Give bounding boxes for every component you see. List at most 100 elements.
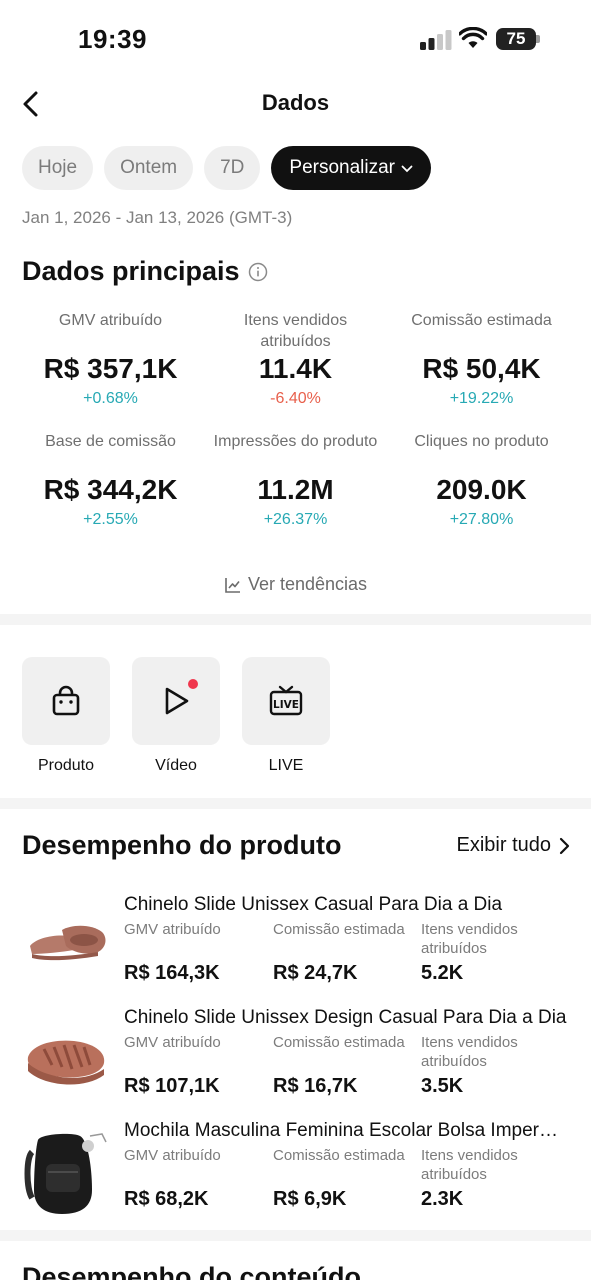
battery-percent: 75 xyxy=(506,29,526,48)
metric-card[interactable]: Itens vendidos atribuídos 11.4K -6.40% xyxy=(197,310,394,410)
chip-today[interactable]: Hoje xyxy=(22,146,94,190)
metric-card[interactable]: GMV atribuído R$ 357,1K +0.68% xyxy=(12,310,209,410)
col-value: R$ 107,1K xyxy=(124,1075,220,1097)
see-all-link[interactable]: Exibir tudo xyxy=(457,834,572,857)
view-trends-label: Ver tendências xyxy=(247,574,368,594)
metric-change: +2.55% xyxy=(83,511,138,528)
play-icon xyxy=(165,687,189,715)
metric-value: R$ 50,4K xyxy=(422,353,541,384)
col-value: 5.2K xyxy=(421,962,464,984)
date-range-text: Jan 1, 2026 - Jan 13, 2026 (GMT-3) xyxy=(22,208,293,227)
product-row[interactable]: Mochila Masculina Feminina Escolar Bolsa… xyxy=(0,1120,591,1230)
tile-product[interactable]: Produto xyxy=(22,657,110,775)
product-performance-title: Desempenho do produto xyxy=(22,830,342,860)
page-title: Dados xyxy=(261,90,330,115)
metric-change: +26.37% xyxy=(263,511,328,528)
content-performance-title: Desempenho do conteúdo xyxy=(22,1262,362,1280)
trend-chart-icon xyxy=(225,577,240,593)
metric-label: Impressões do produto xyxy=(213,433,378,450)
product-gmv: GMV atribuído R$ 68,2K xyxy=(124,1146,272,1211)
col-label: Comissão estimada xyxy=(273,1034,405,1051)
info-icon[interactable] xyxy=(248,262,268,282)
wifi-icon xyxy=(459,27,487,48)
tile-label: Produto xyxy=(37,757,95,774)
metric-card[interactable]: Comissão estimada R$ 50,4K +19.22% xyxy=(383,310,580,410)
main-data-title: Dados principais xyxy=(22,256,240,286)
section-divider xyxy=(0,614,591,625)
metric-label: Comissão estimada xyxy=(411,312,552,329)
product-thumbnail xyxy=(22,1128,112,1218)
product-sold: Itens vendidos atribuídos 3.5K xyxy=(421,1033,569,1098)
metric-label: GMV atribuído xyxy=(58,312,163,329)
product-commission: Comissão estimada R$ 24,7K xyxy=(273,920,421,985)
metric-card[interactable]: Base de comissão R$ 344,2K +2.55% xyxy=(12,431,209,531)
battery-icon: 75 xyxy=(496,28,540,50)
metric-label: Cliques no produto xyxy=(414,433,549,450)
metric-value: R$ 344,2K xyxy=(43,474,178,505)
product-sold: Itens vendidos atribuídos 5.2K xyxy=(421,920,569,985)
content-type-tiles: Produto Vídeo LIVE LIVE xyxy=(22,657,330,775)
col-label: Comissão estimada xyxy=(273,1147,405,1164)
tile-label: Vídeo xyxy=(155,757,197,774)
metric-label: Base de comissão xyxy=(45,433,176,450)
view-trends-link[interactable]: Ver tendências xyxy=(0,574,591,595)
metric-value: 11.2M xyxy=(257,474,334,505)
col-label: Itens vendidos atribuídos xyxy=(421,1147,518,1183)
see-all-label: Exibir tudo xyxy=(456,834,552,856)
chip-yesterday[interactable]: Ontem xyxy=(104,146,194,190)
status-time: 19:39 xyxy=(78,24,147,54)
chevron-down-icon xyxy=(401,165,413,173)
product-sold: Itens vendidos atribuídos 2.3K xyxy=(421,1146,569,1211)
tile-label: LIVE xyxy=(268,757,304,774)
col-value: 2.3K xyxy=(421,1188,464,1210)
metric-card[interactable]: Cliques no produto 209.0K +27.80% xyxy=(383,431,580,531)
main-data-section-title: Dados principais xyxy=(22,256,268,287)
col-value: R$ 24,7K xyxy=(273,962,358,984)
section-divider xyxy=(0,798,591,809)
cellular-signal-icon xyxy=(420,30,452,50)
metric-change: -6.40% xyxy=(270,390,321,407)
col-label: GMV atribuído xyxy=(124,1034,221,1051)
product-thumbnail xyxy=(22,902,112,992)
chip-custom[interactable]: Personalizar xyxy=(271,146,432,190)
metric-card[interactable]: Impressões do produto 11.2M +26.37% xyxy=(197,431,394,531)
chip-7d[interactable]: 7D xyxy=(204,146,261,190)
shopping-bag-icon xyxy=(52,685,80,716)
col-value: R$ 16,7K xyxy=(273,1075,358,1097)
col-value: R$ 68,2K xyxy=(124,1188,209,1210)
live-tv-icon: LIVE xyxy=(269,685,303,716)
metric-label: Itens vendidos atribuídos xyxy=(243,312,348,350)
metric-value: 11.4K xyxy=(258,353,333,384)
col-label: Comissão estimada xyxy=(273,921,405,938)
metric-value: R$ 357,1K xyxy=(43,353,178,384)
product-row[interactable]: Chinelo Slide Unissex Casual Para Dia a … xyxy=(0,894,591,1004)
col-value: 3.5K xyxy=(421,1075,464,1097)
status-bar: 19:39 75 xyxy=(0,0,591,80)
product-commission: Comissão estimada R$ 16,7K xyxy=(273,1033,421,1098)
product-commission: Comissão estimada R$ 6,9K xyxy=(273,1146,421,1211)
col-label: Itens vendidos atribuídos xyxy=(421,921,518,957)
notification-dot xyxy=(188,679,198,689)
metric-change: +27.80% xyxy=(449,511,514,528)
section-divider xyxy=(0,1230,591,1241)
date-filter-chips: Hoje Ontem 7D Personalizar xyxy=(22,146,432,190)
metric-value: 209.0K xyxy=(436,474,527,505)
product-row[interactable]: Chinelo Slide Unissex Design Casual Para… xyxy=(0,1007,591,1117)
product-name: Mochila Masculina Feminina Escolar Bolsa… xyxy=(124,1120,570,1141)
product-gmv: GMV atribuído R$ 164,3K xyxy=(124,920,272,985)
product-thumbnail xyxy=(22,1015,112,1105)
col-label: GMV atribuído xyxy=(124,1147,221,1164)
product-name: Chinelo Slide Unissex Design Casual Para… xyxy=(124,1007,567,1028)
chevron-right-icon xyxy=(559,837,570,854)
product-gmv: GMV atribuído R$ 107,1K xyxy=(124,1033,272,1098)
chip-custom-label: Personalizar xyxy=(289,157,396,178)
col-value: R$ 6,9K xyxy=(273,1188,347,1210)
col-label: Itens vendidos atribuídos xyxy=(421,1034,518,1070)
svg-text:LIVE: LIVE xyxy=(273,699,299,711)
metric-change: +19.22% xyxy=(449,390,514,407)
col-value: R$ 164,3K xyxy=(124,962,220,984)
tile-live[interactable]: LIVE LIVE xyxy=(242,657,330,775)
col-label: GMV atribuído xyxy=(124,921,221,938)
metric-change: +0.68% xyxy=(83,390,138,407)
tile-video[interactable]: Vídeo xyxy=(132,657,220,775)
